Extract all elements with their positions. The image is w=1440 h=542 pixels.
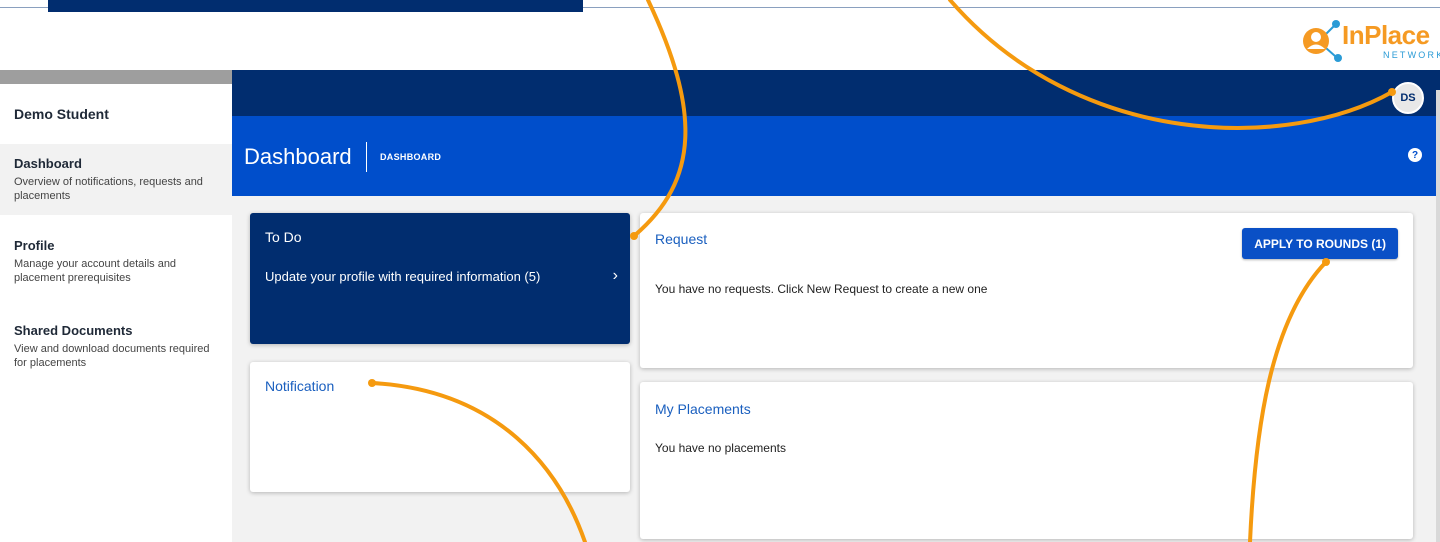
placements-card: My Placements You have no placements: [640, 382, 1413, 539]
user-avatar[interactable]: DS: [1392, 82, 1424, 114]
header-divider: [366, 142, 367, 172]
logo-subtitle: NETWORK: [1383, 50, 1440, 60]
top-banner-bar: [48, 0, 583, 12]
request-empty-message: You have no requests. Click New Request …: [655, 282, 988, 296]
sidebar-item-profile[interactable]: Profile Manage your account details and …: [0, 226, 232, 297]
logo-text: InPlace: [1342, 20, 1430, 50]
chevron-right-icon[interactable]: ›: [613, 267, 618, 285]
sidebar-item-dashboard[interactable]: Dashboard Overview of notifications, req…: [0, 144, 232, 215]
todo-title: To Do: [265, 229, 302, 245]
placements-empty-message: You have no placements: [655, 441, 786, 455]
page-header: Dashboard DASHBOARD ?: [232, 116, 1440, 196]
notification-title: Notification: [265, 378, 335, 394]
sidebar: Demo Student Dashboard Overview of notif…: [0, 70, 232, 542]
notification-card: Notification: [250, 362, 630, 492]
sidebar-top-strip: [0, 70, 232, 84]
sidebar-user-name: Demo Student: [14, 106, 109, 122]
top-navbar: DS: [232, 70, 1440, 116]
sidebar-item-description: View and download documents required for…: [14, 343, 210, 369]
logo-network-icon: [1303, 20, 1342, 62]
help-icon[interactable]: ?: [1408, 148, 1422, 162]
sidebar-item-title: Shared Documents: [14, 323, 133, 338]
breadcrumb[interactable]: DASHBOARD: [380, 152, 441, 162]
request-card: Request APPLY TO ROUNDS (1) You have no …: [640, 213, 1413, 368]
inplace-logo: InPlace NETWORK: [1300, 18, 1440, 64]
todo-item-update-profile[interactable]: Update your profile with required inform…: [265, 269, 620, 284]
request-title: Request: [655, 231, 708, 247]
sidebar-item-title: Profile: [14, 238, 55, 253]
sidebar-item-shared-documents[interactable]: Shared Documents View and download docum…: [0, 311, 232, 382]
page-title: Dashboard: [244, 144, 352, 169]
sidebar-item-description: Manage your account details and placemen…: [14, 258, 177, 284]
sidebar-item-title: Dashboard: [14, 156, 82, 171]
apply-to-rounds-button[interactable]: APPLY TO ROUNDS (1): [1242, 228, 1398, 259]
scrollbar[interactable]: [1436, 90, 1440, 542]
placements-title: My Placements: [655, 401, 751, 417]
todo-card: To Do Update your profile with required …: [250, 213, 630, 344]
sidebar-item-description: Overview of notifications, requests and …: [14, 176, 203, 202]
